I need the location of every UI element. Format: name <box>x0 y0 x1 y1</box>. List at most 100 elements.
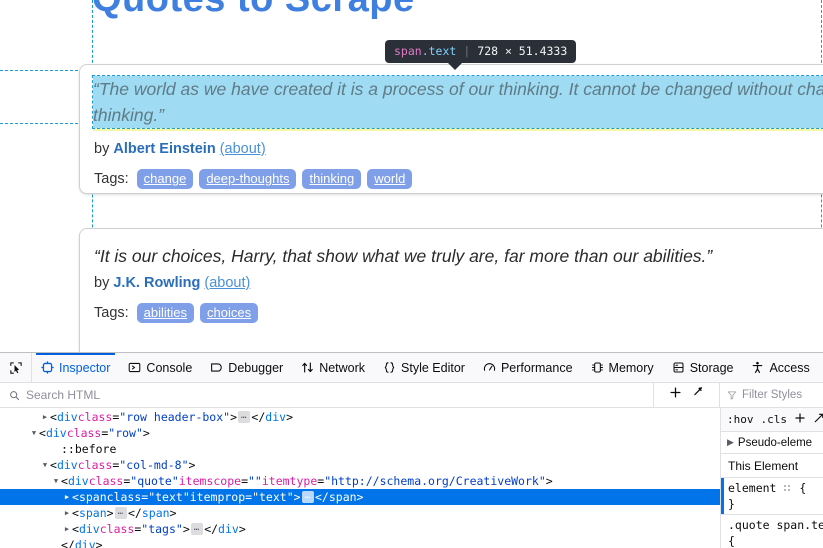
tab-storage[interactable]: Storage <box>663 353 743 382</box>
markup-token-val: "http://schema.org/CreativeWork" <box>324 474 546 488</box>
markup-node[interactable]: ▶ < div class = "tags" >… </div > <box>0 521 720 537</box>
filter-icon <box>727 391 737 400</box>
search-html-input[interactable]: Search HTML <box>0 383 654 407</box>
author-about-link[interactable]: (about) <box>204 275 250 291</box>
twisty-expanded-icon[interactable]: ▼ <box>51 473 61 489</box>
markup-node-selected[interactable]: ▶ < span class = "text" itemprop = "text" >… </s… <box>0 489 720 505</box>
print-styles-button[interactable] <box>813 412 823 427</box>
markup-token-attr: itemscope <box>178 474 242 488</box>
markup-tree[interactable]: ▶ < div class = "row header-box" >… </div > ▼ < di… <box>0 408 720 548</box>
eyedropper-button[interactable] <box>692 386 705 404</box>
tab-memory[interactable]: Memory <box>582 353 663 382</box>
markup-token-punct: > <box>188 458 196 472</box>
markup-token-attr: itemtype <box>261 474 318 488</box>
tab-debugger[interactable]: Debugger <box>201 353 292 382</box>
tab-inspector[interactable]: Inspector <box>32 353 119 382</box>
tab-network[interactable]: Network <box>292 353 374 382</box>
hover-state-button[interactable]: :hov <box>727 413 754 426</box>
filter-styles-placeholder: Filter Styles <box>742 389 803 401</box>
markup-token-punct: < <box>72 522 79 536</box>
tab-inspector-label: Inspector <box>59 360 111 375</box>
tag-link[interactable]: world <box>367 169 413 189</box>
tab-console[interactable]: Console <box>119 353 201 382</box>
markup-node[interactable]: ▶</div> <box>0 537 720 548</box>
markup-node[interactable]: ▶ < span >… </span > <box>0 505 720 521</box>
markup-node[interactable]: ▼ < div class = "col-md-8" > <box>0 457 720 473</box>
markup-token-punct: < <box>50 458 57 472</box>
tab-accessibility-label: Access <box>769 360 810 375</box>
add-node-button[interactable] <box>669 386 682 404</box>
search-icon <box>10 390 20 400</box>
collapsed-children-icon[interactable]: … <box>238 411 251 423</box>
quote-card: “It is our choices, Harry, that show wha… <box>79 228 823 352</box>
filter-styles-input[interactable]: Filter Styles <box>720 383 823 407</box>
tab-style-editor[interactable]: Style Editor <box>374 353 474 382</box>
tag-link[interactable]: deep-thoughts <box>199 169 297 189</box>
tab-accessibility[interactable]: Access <box>742 353 818 382</box>
tag-link[interactable]: abilities <box>136 303 195 323</box>
markup-token-punct: < <box>61 474 68 488</box>
css-rule-element[interactable]: element { } <box>721 478 823 515</box>
markup-token-tag: div <box>56 458 78 472</box>
infobar-tag-name: span <box>394 44 422 58</box>
tag-link[interactable]: choices <box>200 303 259 323</box>
twisty-collapsed-icon[interactable]: ▶ <box>62 489 72 505</box>
markup-token-val: "text" <box>148 490 190 504</box>
markup-token-attr: class <box>77 458 113 472</box>
markup-token-punct: = <box>241 474 248 488</box>
element-picker-button[interactable] <box>0 353 32 382</box>
markup-token-attr: itemprop <box>189 490 246 504</box>
rules-sidebar: :hov .cls ▶ Pseudo-eleme This Element el… <box>720 408 823 548</box>
markup-token-tag: div <box>218 522 239 536</box>
markup-token-attr: class <box>88 474 124 488</box>
collapsed-children-icon[interactable]: … <box>114 507 127 519</box>
add-rule-button[interactable] <box>794 412 806 427</box>
quote-tags: Tags: abilities choices <box>94 303 823 323</box>
performance-icon <box>483 363 496 371</box>
quote-author: Albert Einstein <box>113 141 216 157</box>
twisty-expanded-icon[interactable]: ▼ <box>40 457 50 473</box>
markup-token-punct: > <box>169 506 177 520</box>
markup-token-tag: div <box>265 410 287 424</box>
debugger-icon <box>211 363 223 372</box>
markup-token-punct: > <box>230 410 237 424</box>
collapsed-children-icon[interactable]: … <box>301 491 314 503</box>
tag-link[interactable]: thinking <box>302 169 362 189</box>
twisty-collapsed-icon[interactable]: ▶ <box>40 409 50 425</box>
author-about-link[interactable]: (about) <box>220 141 266 157</box>
page-title: Quotes to Scrape <box>92 0 415 21</box>
markup-node[interactable]: ▶::before <box>0 441 720 457</box>
accessibility-icon <box>753 361 763 373</box>
twisty-expanded-icon[interactable]: ▼ <box>29 425 39 441</box>
inspector-icon <box>41 361 54 374</box>
devtools-toolbar: Inspector Console Debugger Network Style… <box>0 353 823 383</box>
collapsed-children-icon[interactable]: … <box>190 523 204 535</box>
markup-token-punct: > <box>238 522 246 536</box>
quote-text[interactable]: “The world as we have created it is a pr… <box>92 75 823 129</box>
pseudo-elements-section[interactable]: ▶ Pseudo-eleme <box>721 432 823 454</box>
tags-label: Tags: <box>94 171 129 187</box>
class-panel-button[interactable]: .cls <box>761 413 788 426</box>
markup-node[interactable]: ▼ < div class = "quote" itemscope = "" itemtyp… <box>0 473 720 489</box>
tag-link[interactable]: change <box>136 169 194 189</box>
devtools-body: ▶ < div class = "row header-box" >… </div > ▼ < di… <box>0 408 823 548</box>
markup-token-attr: class <box>66 426 102 440</box>
tab-performance[interactable]: Performance <box>474 353 582 382</box>
quote-text[interactable]: “It is our choices, Harry, that show wha… <box>94 243 823 269</box>
markup-token-punct: > <box>182 522 190 536</box>
twisty-collapsed-icon[interactable]: ▶ <box>62 505 72 521</box>
pseudo-elements-label: Pseudo-eleme <box>737 436 813 449</box>
markup-token-tag: div <box>56 410 78 424</box>
markup-token-tag: div <box>45 426 67 440</box>
markup-token-attr: class <box>106 490 142 504</box>
markup-token-val: "row header-box" <box>119 410 231 424</box>
grid-toggle-icon[interactable] <box>783 484 793 493</box>
markup-token-val: "quote" <box>130 474 179 488</box>
tab-style-editor-label: Style Editor <box>401 360 465 375</box>
markup-node[interactable]: ▼ < div class = "row" > <box>0 425 720 441</box>
markup-actions <box>654 383 720 407</box>
twisty-collapsed-icon[interactable]: ▶ <box>62 521 72 537</box>
markup-node[interactable]: ▶ < div class = "row header-box" >… </div > <box>0 409 720 425</box>
infobar-dimensions: 728 × 51.4333 <box>477 44 568 58</box>
css-rule-quote-span-text[interactable]: .quote span.te { <box>721 515 823 548</box>
